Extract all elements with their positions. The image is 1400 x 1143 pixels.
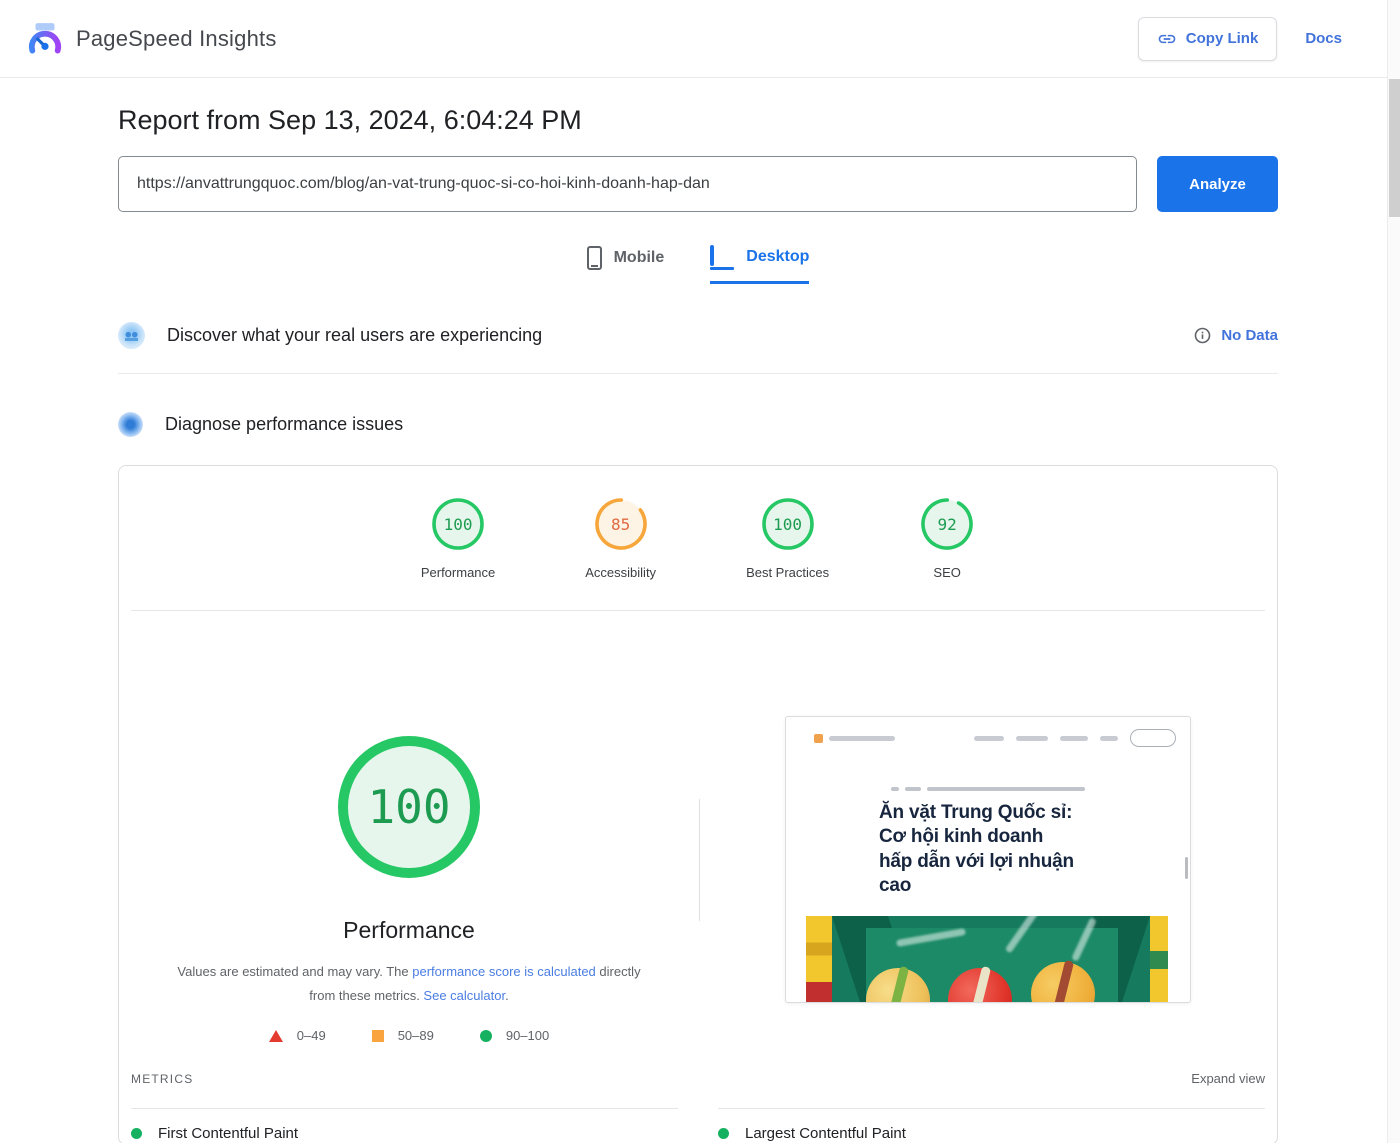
good-score-dot-icon bbox=[718, 1128, 729, 1139]
mobile-icon bbox=[587, 246, 602, 270]
section-divider bbox=[118, 373, 1278, 374]
tab-desktop[interactable]: Desktop bbox=[710, 246, 809, 284]
red-triangle-icon bbox=[269, 1030, 283, 1042]
performance-score: 100 bbox=[430, 496, 486, 552]
desc-text: . bbox=[505, 988, 509, 1003]
legend-fail-range: 0–49 bbox=[297, 1028, 326, 1043]
seo-gauge: 92 bbox=[919, 496, 975, 552]
tab-desktop-label: Desktop bbox=[746, 248, 809, 266]
category-best-practices[interactable]: 100 Best Practices bbox=[746, 496, 829, 580]
no-data-link[interactable]: No Data bbox=[1194, 327, 1278, 344]
best-practices-score: 100 bbox=[760, 496, 816, 552]
score-calc-link[interactable]: performance score is calculated bbox=[412, 964, 596, 979]
category-accessibility[interactable]: 85 Accessibility bbox=[585, 496, 656, 580]
field-data-section: Discover what your real users are experi… bbox=[118, 322, 1278, 349]
category-seo[interactable]: 92 SEO bbox=[919, 496, 975, 580]
accessibility-label: Accessibility bbox=[585, 565, 656, 580]
analyze-button[interactable]: Analyze bbox=[1157, 156, 1278, 212]
metric-lcp-label: Largest Contentful Paint bbox=[745, 1125, 906, 1142]
performance-summary: 100 Performance Values are estimated and… bbox=[119, 611, 699, 1043]
legend-good-range: 90–100 bbox=[506, 1028, 549, 1043]
diagnose-icon bbox=[118, 412, 143, 437]
category-scores: 100 Performance 85 Accessibility 100 Bes… bbox=[119, 466, 1277, 580]
green-circle-icon bbox=[480, 1030, 492, 1042]
lab-data-title: Diagnose performance issues bbox=[165, 414, 403, 435]
metric-lcp: Largest Contentful Paint bbox=[718, 1125, 1265, 1142]
legend-average: 50–89 bbox=[372, 1028, 434, 1043]
category-performance[interactable]: 100 Performance bbox=[421, 496, 495, 580]
link-icon bbox=[1157, 29, 1177, 49]
metric-column-left: First Contentful Paint bbox=[131, 1108, 678, 1142]
performance-description: Values are estimated and may vary. The p… bbox=[169, 960, 649, 1008]
thumb-article-heading: Ăn vặt Trung Quốc sỉ: Cơ hội kinh doanh … bbox=[879, 801, 1109, 898]
desc-text: Values are estimated and may vary. The bbox=[177, 964, 412, 979]
thumb-site-logo bbox=[814, 734, 823, 743]
best-practices-gauge: 100 bbox=[760, 496, 816, 552]
expand-view-button[interactable]: Expand view bbox=[1191, 1071, 1265, 1086]
metric-fcp-label: First Contentful Paint bbox=[158, 1125, 298, 1142]
report-title: Report from Sep 13, 2024, 6:04:24 PM bbox=[118, 105, 1278, 136]
device-tabs: Mobile Desktop bbox=[118, 246, 1278, 284]
metric-fcp: First Contentful Paint bbox=[131, 1125, 678, 1142]
accessibility-gauge: 85 bbox=[593, 496, 649, 552]
info-icon bbox=[1194, 327, 1211, 344]
copy-link-button[interactable]: Copy Link bbox=[1138, 17, 1278, 61]
score-legend: 0–49 50–89 90–100 bbox=[269, 1028, 549, 1043]
good-score-dot-icon bbox=[131, 1128, 142, 1139]
performance-label: Performance bbox=[421, 565, 495, 580]
page-screenshot-thumbnail[interactable]: Ăn vặt Trung Quốc sỉ: Cơ hội kinh doanh … bbox=[785, 716, 1191, 1003]
seo-score: 92 bbox=[919, 496, 975, 552]
copy-link-label: Copy Link bbox=[1186, 30, 1259, 47]
accessibility-score: 85 bbox=[593, 496, 649, 552]
legend-fail: 0–49 bbox=[269, 1028, 326, 1043]
legend-good: 90–100 bbox=[480, 1028, 549, 1043]
thumb-scrollbar bbox=[1185, 857, 1188, 879]
thumb-article-photo bbox=[806, 916, 1168, 1003]
thumb-nav-item-placeholder bbox=[974, 736, 1004, 741]
legend-average-range: 50–89 bbox=[398, 1028, 434, 1043]
lab-data-section: Diagnose performance issues bbox=[118, 412, 1278, 437]
thumb-nav-item-placeholder bbox=[1016, 736, 1048, 741]
tab-mobile[interactable]: Mobile bbox=[587, 246, 665, 284]
seo-label: SEO bbox=[919, 565, 975, 580]
performance-main-score: 100 bbox=[335, 733, 483, 881]
performance-main-gauge: 100 bbox=[335, 733, 483, 881]
field-data-title: Discover what your real users are experi… bbox=[167, 325, 542, 346]
orange-square-icon bbox=[372, 1030, 384, 1042]
tab-mobile-label: Mobile bbox=[614, 249, 665, 267]
thumb-site-brand bbox=[814, 734, 895, 743]
brand[interactable]: PageSpeed Insights bbox=[26, 20, 277, 58]
thumb-breadcrumb-placeholder bbox=[786, 787, 1190, 791]
desktop-icon bbox=[710, 247, 734, 267]
photo-packaging-left bbox=[806, 916, 832, 1003]
page-scrollbar[interactable] bbox=[1387, 0, 1400, 1143]
app-header: PageSpeed Insights Copy Link Docs bbox=[0, 0, 1400, 78]
column-divider bbox=[699, 799, 700, 921]
docs-link[interactable]: Docs bbox=[1305, 30, 1342, 47]
report-card: 100 Performance 85 Accessibility 100 Bes… bbox=[118, 465, 1278, 1143]
thumb-nav-item-placeholder bbox=[1060, 736, 1088, 741]
best-practices-label: Best Practices bbox=[746, 565, 829, 580]
thumb-site-nav bbox=[974, 729, 1176, 747]
app-title: PageSpeed Insights bbox=[76, 26, 277, 52]
performance-panel-title: Performance bbox=[343, 917, 475, 944]
no-data-label: No Data bbox=[1221, 327, 1278, 344]
thumb-nav-item-placeholder bbox=[1100, 736, 1118, 741]
scrollbar-thumb[interactable] bbox=[1389, 79, 1400, 217]
thumb-site-header bbox=[786, 717, 1190, 747]
metric-column-right: Largest Contentful Paint bbox=[718, 1108, 1265, 1142]
performance-gauge: 100 bbox=[430, 496, 486, 552]
url-input[interactable] bbox=[118, 156, 1137, 212]
pagespeed-logo-icon bbox=[26, 20, 64, 58]
metrics-heading: METRICS bbox=[131, 1072, 193, 1086]
thumb-contact-button-placeholder bbox=[1130, 729, 1176, 747]
photo-packaging-right bbox=[1150, 916, 1168, 1003]
real-users-icon bbox=[118, 322, 145, 349]
thumb-brand-text-placeholder bbox=[829, 736, 895, 741]
see-calculator-link[interactable]: See calculator bbox=[423, 988, 505, 1003]
